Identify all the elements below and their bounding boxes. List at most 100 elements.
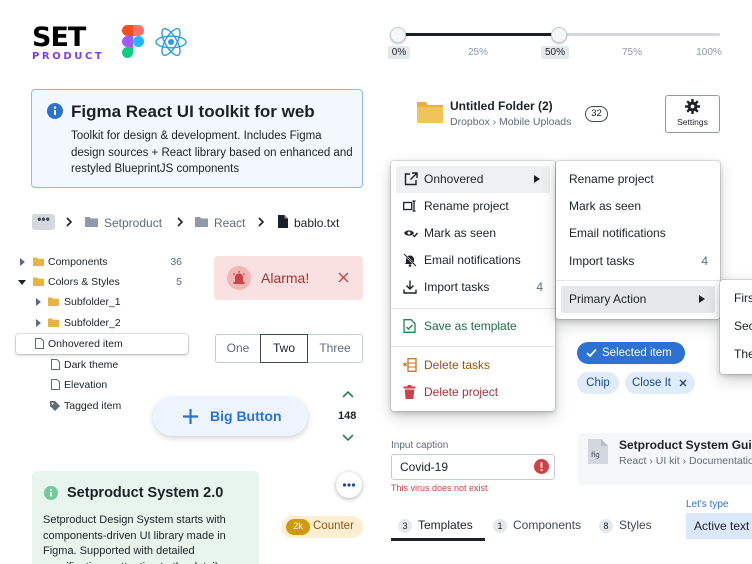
menu-item-label: Email notifications: [569, 226, 666, 240]
tab-styles[interactable]: 8 Styles: [599, 518, 652, 533]
tree-node-label: Tagged item: [64, 400, 122, 412]
tree-node-subfolder-1[interactable]: Subfolder_1: [16, 292, 188, 312]
setproduct-logo: SET PRODUCT: [32, 22, 106, 62]
tree-node-colors-styles[interactable]: Colors & Styles 5: [16, 272, 188, 292]
tab-components[interactable]: 1 Components: [493, 518, 581, 533]
caret-right-icon[interactable]: [36, 298, 41, 306]
tab-label: Styles: [619, 518, 652, 532]
folder-icon: [33, 257, 44, 266]
chevron-down-icon[interactable]: [342, 434, 354, 442]
tree-node-subfolder-2[interactable]: Subfolder_2: [16, 313, 188, 333]
slider-handle-end[interactable]: [551, 27, 567, 43]
input-caption: Input caption: [391, 440, 449, 451]
third-menu-item[interactable]: Firs: [734, 285, 752, 312]
caret-right-icon[interactable]: [20, 258, 25, 266]
segment-three[interactable]: Three: [307, 334, 363, 363]
external-link-icon: [404, 172, 418, 186]
counter-badge: 2k: [286, 519, 310, 535]
third-menu-item[interactable]: The: [734, 341, 752, 368]
submenu-item-email[interactable]: Email notifications: [556, 220, 720, 247]
third-menu: Firs Sec The: [720, 280, 752, 374]
submenu-item-primary-action[interactable]: Primary Action: [561, 286, 715, 313]
tree-node-components[interactable]: Components 36: [16, 252, 188, 272]
tab-count: 1: [493, 519, 507, 533]
svg-text:fig: fig: [591, 451, 600, 459]
active-text-input[interactable]: Active text: [686, 513, 752, 539]
callout-body: Toolkit for design & development. Includ…: [71, 130, 353, 176]
menu-item-delete-project[interactable]: Delete project: [391, 379, 555, 406]
logo-main-text: SET: [32, 22, 86, 53]
chip-tag[interactable]: Chip: [577, 372, 619, 394]
selected-tag[interactable]: Selected item: [577, 342, 685, 364]
tree-node-label: Components: [48, 256, 108, 268]
plus-icon: [182, 408, 199, 425]
breadcrumb-item[interactable]: React: [214, 216, 245, 230]
eye-check-icon: [403, 226, 418, 240]
segment-one[interactable]: One: [215, 334, 261, 363]
close-icon[interactable]: [679, 379, 687, 387]
tree-node-dark-theme[interactable]: Dark theme: [16, 355, 188, 375]
menu-item-label: Email notifications: [424, 253, 521, 267]
tree-node-count: 36: [170, 256, 182, 268]
caret-right-icon: [699, 295, 705, 303]
success-callout-body: Setproduct Design System starts with com…: [43, 514, 226, 564]
error-icon: [534, 459, 549, 474]
counter-label: Counter: [313, 520, 354, 532]
info-icon: [44, 486, 58, 500]
menu-item-rename[interactable]: Rename project: [391, 193, 555, 220]
tree-node-onhovered[interactable]: Onhovered item: [16, 334, 188, 354]
menu-item-label: Onhovered: [424, 172, 484, 186]
menu-item-label: Import tasks: [569, 254, 635, 268]
menu-item-mark-seen[interactable]: Mark as seen: [391, 220, 555, 247]
chevron-up-icon[interactable]: [342, 390, 354, 398]
trash-icon: [403, 385, 416, 399]
closable-tag[interactable]: Close It: [625, 372, 695, 394]
tree-node-label: Dark theme: [64, 359, 119, 371]
document-path: React › UI kit › Documentation: [619, 455, 752, 467]
info-icon: [47, 103, 63, 119]
menu-item-label: Import tasks: [424, 280, 490, 294]
document-icon: [278, 215, 288, 228]
menu-item-save-template[interactable]: Save as template: [391, 313, 555, 340]
third-menu-item[interactable]: Sec: [734, 313, 752, 340]
type-caption: Let's type: [686, 499, 729, 510]
submenu-item-rename[interactable]: Rename project: [556, 166, 720, 193]
success-callout-title: Setproduct System 2.0: [67, 485, 224, 501]
tree-node-label: Subfolder_1: [64, 296, 121, 308]
menu-divider: [556, 280, 720, 281]
menu-item-delete-tasks[interactable]: Delete tasks: [391, 352, 555, 379]
more-button[interactable]: [336, 472, 362, 498]
caret-down-icon[interactable]: [18, 280, 26, 285]
covid-input[interactable]: Covid-19: [391, 454, 555, 480]
document-outline-icon: [51, 359, 60, 370]
menu-item-label: Primary Action: [569, 292, 647, 306]
document-check-icon: [403, 319, 416, 333]
breadcrumb-more-button[interactable]: •••: [32, 213, 55, 230]
close-icon[interactable]: [338, 272, 349, 283]
siren-icon: [227, 266, 251, 290]
tree-node-elevation[interactable]: Elevation: [16, 375, 188, 395]
slider-fill: [398, 33, 559, 36]
folder-icon: [48, 318, 59, 327]
document-title: Setproduct System Guide: [619, 438, 752, 452]
submenu-item-mark-seen[interactable]: Mark as seen: [556, 193, 720, 220]
menu-item-onhovered[interactable]: Onhovered: [396, 166, 550, 193]
tab-templates[interactable]: 3 Templates: [398, 518, 473, 533]
closable-tag-label: Close It: [632, 377, 671, 389]
breadcrumb-current: bablo.txt: [294, 216, 340, 230]
menu-item-email-notifications[interactable]: Email notifications: [391, 247, 555, 274]
check-icon: [586, 348, 597, 358]
menu-item-label: Mark as seen: [424, 226, 497, 240]
breadcrumb-item[interactable]: Setproduct: [104, 216, 162, 230]
caret-right-icon[interactable]: [36, 319, 41, 327]
tab-count: 3: [398, 519, 412, 533]
slider-handle-start[interactable]: [390, 27, 406, 43]
folder-icon: [85, 216, 98, 227]
folder-open-icon: [33, 277, 44, 286]
menu-item-import-tasks[interactable]: Import tasks 4: [391, 274, 555, 301]
segment-two-selected[interactable]: Two: [260, 334, 308, 363]
tree-node-count: 5: [176, 276, 182, 288]
folder-icon: [417, 101, 443, 123]
submenu-item-import[interactable]: Import tasks 4: [556, 248, 720, 275]
tag-icon: [50, 401, 60, 411]
